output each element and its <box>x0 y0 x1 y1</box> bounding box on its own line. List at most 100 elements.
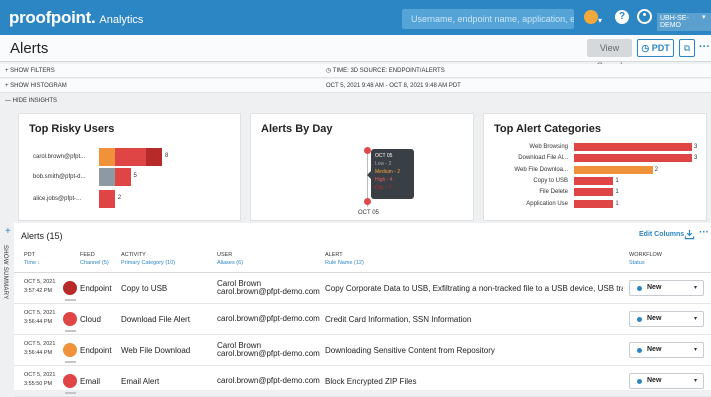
col-header-time[interactable]: PDT Time ↓ <box>24 251 40 267</box>
category-label: Copy to USB <box>533 177 568 184</box>
risky-user-bar-segment[interactable] <box>99 190 115 208</box>
status-label: New <box>647 346 662 353</box>
severity-indicator-bar <box>65 392 76 394</box>
show-histogram-bar[interactable]: + SHOW HISTOGRAM OCT 5, 2021 9:48 AM - O… <box>0 79 711 93</box>
severity-indicator-bar <box>65 330 76 332</box>
row-time: 3:55:50 PM <box>24 381 53 387</box>
day-label: OCT 05 <box>358 210 379 216</box>
pdt-button[interactable]: ◷ PDT <box>637 39 674 57</box>
title-bar: Alerts View Saved ◷ PDT ⧉ ··· <box>0 35 711 71</box>
table-row[interactable]: OCT 5, 2021 3:56:44 PM Endpoint Web File Do… <box>14 335 711 366</box>
brand-logo[interactable]: proofpoint. <box>9 8 96 28</box>
row-feed: Endpoint <box>80 284 112 293</box>
risky-user-bar-segment[interactable] <box>114 148 147 166</box>
minus-icon: — <box>5 98 13 104</box>
summary-plus-icon[interactable]: + <box>5 226 11 237</box>
category-value: 3 <box>694 155 698 162</box>
top-alert-categories-title: Top Alert Categories <box>494 123 601 135</box>
severity-icon <box>63 343 77 357</box>
global-search-input[interactable]: Username, endpoint name, application, et… <box>402 9 574 29</box>
tooltip-date: OCT 05 <box>375 153 393 159</box>
edit-columns-link[interactable]: Edit Columns <box>639 231 684 238</box>
notification-icon[interactable] <box>584 10 598 24</box>
status-dot-icon <box>637 286 642 291</box>
risky-user-bar-segment[interactable] <box>99 168 115 186</box>
table-row[interactable]: OCT 5, 2021 3:57:42 PM Endpoint Copy to USB… <box>14 273 711 304</box>
status-dot-icon <box>637 317 642 322</box>
row-user[interactable]: Carol Brown carol.brown@pfpt-demo.com <box>217 342 320 358</box>
risky-user-total: 8 <box>165 153 169 159</box>
category-bar[interactable] <box>574 188 614 197</box>
table-row[interactable]: OCT 5, 2021 3:56:44 PM Cloud Download File … <box>14 304 711 335</box>
col-header-workflow[interactable]: WORKFLOW Status <box>629 251 662 267</box>
table-row[interactable]: OCT 5, 2021 3:55:50 PM Email Email Alert car… <box>14 366 711 397</box>
tooltip-high: High - 4 <box>375 177 393 183</box>
row-timestamp: OCT 5, 2021 3:56:44 PM <box>24 309 55 327</box>
category-bar[interactable] <box>574 143 692 151</box>
row-user-email: carol.brown@pfpt-demo.com <box>217 349 320 358</box>
workflow-status-select[interactable]: New ▾ <box>629 373 704 389</box>
show-filters-bar[interactable]: + SHOW FILTERS ◷ TIME: 3D SOURCE: ENDPOI… <box>0 64 711 78</box>
workflow-status-select[interactable]: New ▾ <box>629 280 704 296</box>
row-alert[interactable]: Block Encrypted ZIP Files <box>325 377 623 386</box>
more-options-icon[interactable]: ··· <box>699 41 710 53</box>
workflow-status-select[interactable]: New ▾ <box>629 311 704 327</box>
show-summary-panel[interactable]: + SHOW SUMMARY <box>0 223 14 390</box>
col-header-alert[interactable]: ALERT Rule Name (12) <box>325 251 364 267</box>
row-user[interactable]: Carol Brown carol.brown@pfpt-demo.com <box>217 280 320 296</box>
risky-user-bar-segment[interactable] <box>146 148 162 166</box>
alerts-table: Alerts (15) Edit Columns ··· PDT Time ↓ F… <box>14 223 711 397</box>
col-header-feed[interactable]: FEED Channel (5) <box>80 251 109 267</box>
risky-user-bar-segment[interactable] <box>99 148 115 166</box>
risky-user-label[interactable]: alice.jobs@pfpt-... <box>33 196 81 202</box>
product-name: Analytics <box>99 13 144 26</box>
row-timestamp: OCT 5, 2021 3:57:42 PM <box>24 278 55 296</box>
risky-user-label[interactable]: bob.smith@pfpt-d... <box>33 174 85 180</box>
hide-insights-bar[interactable]: — HIDE INSIGHTS <box>0 94 711 108</box>
risky-user-bar-segment[interactable] <box>114 168 131 186</box>
download-icon[interactable] <box>684 229 695 240</box>
help-icon[interactable]: ? <box>615 10 629 24</box>
row-activity: Web File Download <box>121 346 191 355</box>
chevron-down-icon: ▾ <box>694 285 698 291</box>
row-alert[interactable]: Downloading Sensitive Content from Repos… <box>325 346 623 355</box>
timeline-dot-top[interactable] <box>364 147 371 154</box>
table-more-options-icon[interactable]: ··· <box>699 227 709 238</box>
row-alert[interactable]: Credit Card Information, SSN Information <box>325 315 623 324</box>
row-user-email: carol.brown@pfpt-demo.com <box>217 314 320 323</box>
status-label: New <box>647 315 662 322</box>
clock-icon: ◷ <box>641 43 650 53</box>
timeline-dot-bottom[interactable] <box>364 198 371 205</box>
row-user[interactable]: carol.brown@pfpt-demo.com <box>217 315 320 323</box>
chevron-down-icon: ▾ <box>694 316 698 322</box>
row-time: 3:56:44 PM <box>24 350 53 356</box>
category-value: 1 <box>615 189 619 196</box>
row-alert[interactable]: Copy Corporate Data to USB, Exfiltrating… <box>325 284 623 293</box>
row-user[interactable]: carol.brown@pfpt-demo.com <box>217 377 320 385</box>
col-header-user[interactable]: USER Aliases (6) <box>217 251 243 267</box>
workflow-status-select[interactable]: New ▾ <box>629 342 704 358</box>
row-activity: Email Alert <box>121 377 160 386</box>
risky-user-label[interactable]: carol.brown@pfpt... <box>33 154 85 160</box>
severity-icon <box>63 374 77 388</box>
category-bar[interactable] <box>574 154 692 163</box>
row-timestamp: OCT 5, 2021 3:55:50 PM <box>24 371 55 389</box>
severity-indicator-bar <box>65 361 76 363</box>
row-feed: Endpoint <box>80 346 112 355</box>
open-external-icon[interactable]: ⧉ <box>679 39 695 57</box>
chevron-down-icon: ▾ <box>694 347 698 353</box>
user-avatar-icon[interactable] <box>637 9 652 24</box>
col-header-activity[interactable]: ACTIVITY Primary Category (10) <box>121 251 175 267</box>
notification-caret-icon[interactable]: ▾ <box>598 16 602 25</box>
row-activity: Download File Alert <box>121 315 190 324</box>
show-filters-toggle[interactable]: + SHOW FILTERS <box>5 68 55 74</box>
category-bar[interactable] <box>574 176 614 185</box>
category-bar[interactable] <box>574 165 653 174</box>
show-summary-label[interactable]: SHOW SUMMARY <box>2 245 8 300</box>
user-menu-caret-icon[interactable]: ▾ <box>702 13 706 21</box>
category-bar[interactable] <box>574 199 614 208</box>
alerts-by-day-card: Alerts By Day OCT 05 Low - 2 Medium - 2 … <box>250 113 474 221</box>
show-histogram-toggle[interactable]: + SHOW HISTOGRAM <box>5 83 67 89</box>
hide-insights-toggle[interactable]: — HIDE INSIGHTS <box>5 98 57 104</box>
view-saved-button[interactable]: View Saved <box>587 39 632 71</box>
